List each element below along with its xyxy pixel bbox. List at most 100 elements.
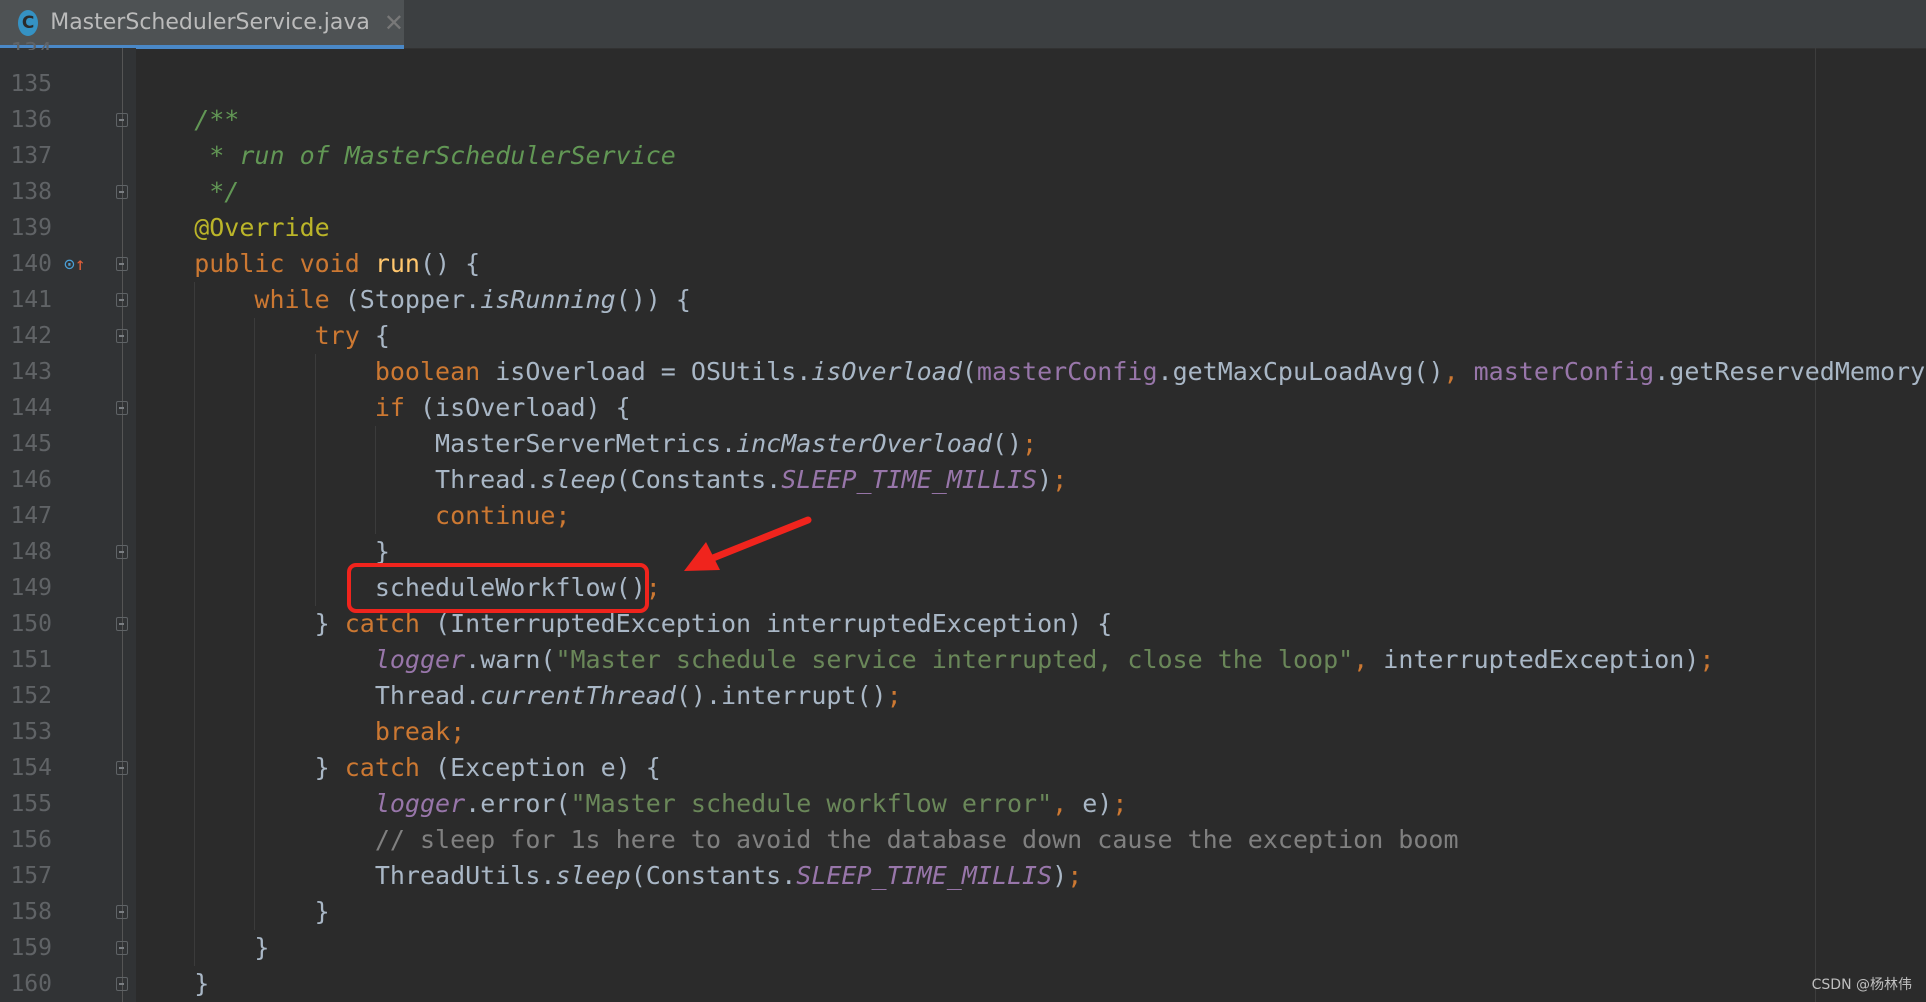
code-token: "Master schedule service interrupted, cl… xyxy=(555,645,1354,674)
code-token: (isOverload) { xyxy=(419,393,631,422)
java-class-icon: C xyxy=(18,9,39,36)
code-token: "Master schedule workflow error" xyxy=(570,789,1053,818)
code-token: logger xyxy=(134,789,466,818)
code-line[interactable]: 158 } xyxy=(0,894,1926,930)
code-token: .error( xyxy=(465,789,571,818)
code-line[interactable]: 136 /** xyxy=(0,102,1926,138)
code-token: sleep xyxy=(555,861,631,890)
code-line[interactable]: 149 scheduleWorkflow(); xyxy=(0,570,1926,606)
line-number: 143 xyxy=(10,359,52,385)
code-token: MasterServerMetrics. xyxy=(134,429,737,458)
fold-marker-icon[interactable] xyxy=(116,401,128,415)
code-line[interactable]: 148 } xyxy=(0,534,1926,570)
code-line[interactable]: 159 } xyxy=(0,930,1926,966)
implements-gutter-icon[interactable]: ⊙↑ xyxy=(64,254,86,275)
fold-marker-icon[interactable] xyxy=(116,617,128,631)
code-token: isOverload xyxy=(811,357,962,386)
code-line[interactable]: 142 try { xyxy=(0,318,1926,354)
code-text: logger.warn("Master schedule service int… xyxy=(134,642,1715,678)
code-editor[interactable]: 134 135 136 /**137 * run of MasterSchedul… xyxy=(0,40,1926,1002)
code-line[interactable]: 144 if (isOverload) { xyxy=(0,390,1926,426)
code-token: } xyxy=(134,969,210,998)
line-number: 145 xyxy=(10,431,52,457)
partial-line-number: 134 xyxy=(0,40,52,50)
code-token: } xyxy=(134,753,345,782)
code-text: */ xyxy=(134,174,239,210)
code-token: /** xyxy=(134,105,240,134)
code-token: (Exception e) { xyxy=(435,753,661,782)
code-token: } xyxy=(134,933,270,962)
code-token: masterConfig xyxy=(1473,357,1655,386)
line-number: 158 xyxy=(10,899,52,925)
line-number: 152 xyxy=(10,683,52,709)
code-token: , xyxy=(1443,357,1474,386)
code-line[interactable]: 141 while (Stopper.isRunning()) { xyxy=(0,282,1926,318)
code-line[interactable]: 155 logger.error("Master schedule workfl… xyxy=(0,786,1926,822)
line-number: 135 xyxy=(10,71,52,97)
code-line[interactable]: 140 ⊙↑ public void run() { xyxy=(0,246,1926,282)
code-token: if xyxy=(134,393,420,422)
code-line[interactable]: 138 */ xyxy=(0,174,1926,210)
code-line[interactable]: 151 logger.warn("Master schedule service… xyxy=(0,642,1926,678)
code-line[interactable]: 143 boolean isOverload = OSUtils.isOverl… xyxy=(0,354,1926,390)
fold-marker-icon[interactable] xyxy=(116,293,128,307)
code-token: public void xyxy=(134,249,375,278)
code-token: .warn( xyxy=(465,645,556,674)
code-line[interactable]: 154 } catch (Exception e) { xyxy=(0,750,1926,786)
fold-marker-icon[interactable] xyxy=(116,113,128,127)
tab-master-scheduler-service[interactable]: C MasterSchedulerService.java ✕ xyxy=(0,0,404,49)
code-line[interactable]: 153 break; xyxy=(0,714,1926,750)
code-token: */ xyxy=(134,177,240,206)
fold-marker-icon[interactable] xyxy=(116,977,128,991)
code-token: } xyxy=(134,537,390,566)
code-token: SLEEP_TIME_MILLIS xyxy=(796,861,1053,890)
code-token: masterConfig xyxy=(976,357,1158,386)
code-text: try { xyxy=(134,318,390,354)
tab-title: MasterSchedulerService.java xyxy=(50,10,370,35)
code-line[interactable]: 135 xyxy=(0,66,1926,102)
code-token: incMasterOverload xyxy=(736,429,992,458)
fold-marker-icon[interactable] xyxy=(116,257,128,271)
code-token: ) xyxy=(1037,465,1053,494)
fold-marker-icon[interactable] xyxy=(116,761,128,775)
fold-marker-icon[interactable] xyxy=(116,941,128,955)
fold-marker-icon[interactable] xyxy=(116,905,128,919)
code-line[interactable]: 156 // sleep for 1s here to avoid the da… xyxy=(0,822,1926,858)
line-number: 154 xyxy=(10,755,52,781)
code-line[interactable]: 146 Thread.sleep(Constants.SLEEP_TIME_MI… xyxy=(0,462,1926,498)
code-token: ( xyxy=(961,357,977,386)
fold-marker-icon[interactable] xyxy=(116,545,128,559)
code-token: } xyxy=(134,897,330,926)
close-icon[interactable]: ✕ xyxy=(384,9,404,37)
code-line[interactable]: 145 MasterServerMetrics.incMasterOverloa… xyxy=(0,426,1926,462)
code-text: Thread.sleep(Constants.SLEEP_TIME_MILLIS… xyxy=(134,462,1067,498)
fold-marker-icon[interactable] xyxy=(116,329,128,343)
code-line[interactable]: 160 } xyxy=(0,966,1926,1002)
code-token: e) xyxy=(1082,789,1113,818)
code-token: run xyxy=(374,249,420,278)
line-number: 138 xyxy=(10,179,52,205)
code-token: .getReservedMemory()) xyxy=(1654,357,1926,386)
code-line[interactable]: 152 Thread.currentThread().interrupt(); xyxy=(0,678,1926,714)
code-text: MasterServerMetrics.incMasterOverload(); xyxy=(134,426,1037,462)
fold-marker-icon[interactable] xyxy=(116,185,128,199)
code-token: { xyxy=(374,321,390,350)
code-token: while xyxy=(134,285,345,314)
code-line[interactable]: 147 continue; xyxy=(0,498,1926,534)
code-text: boolean isOverload = OSUtils.isOverload(… xyxy=(134,354,1926,390)
line-number: 141 xyxy=(10,287,52,313)
line-number: 157 xyxy=(10,863,52,889)
code-text: /** xyxy=(134,102,239,138)
code-line[interactable]: 139 @Override xyxy=(0,210,1926,246)
line-number: 156 xyxy=(10,827,52,853)
code-line[interactable]: 137 * run of MasterSchedulerService xyxy=(0,138,1926,174)
code-token: ThreadUtils. xyxy=(134,861,556,890)
code-text: // sleep for 1s here to avoid the databa… xyxy=(134,822,1459,858)
line-number: 160 xyxy=(10,971,52,997)
line-number: 147 xyxy=(10,503,52,529)
code-token: } xyxy=(134,609,345,638)
code-line[interactable]: 157 ThreadUtils.sleep(Constants.SLEEP_TI… xyxy=(0,858,1926,894)
code-token: try xyxy=(134,321,375,350)
code-line[interactable]: 150 } catch (InterruptedException interr… xyxy=(0,606,1926,642)
code-text: @Override xyxy=(134,210,329,246)
